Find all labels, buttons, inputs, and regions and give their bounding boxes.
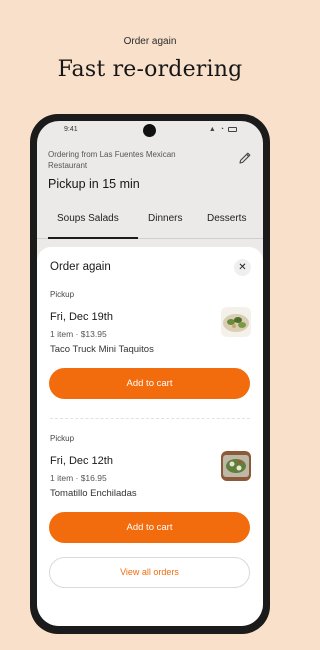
food-thumbnail — [221, 451, 251, 481]
promo-title: Fast re-ordering — [57, 57, 243, 82]
promo-eyebrow: Order again — [123, 36, 177, 47]
sheet-title: Order again — [50, 261, 111, 273]
order-meta: 1 item · $13.95 — [50, 329, 107, 339]
order-meta: 1 item · $16.95 — [50, 473, 107, 483]
tab-dinners[interactable]: Dinners — [148, 213, 182, 224]
food-thumbnail — [221, 307, 251, 337]
view-all-orders-button[interactable]: View all orders — [49, 557, 250, 588]
order-type: Pickup — [50, 434, 75, 443]
order-type: Pickup — [50, 290, 75, 299]
tab-soups-salads[interactable]: Soups Salads — [57, 213, 119, 224]
category-tabs: Soups Salads Dinners Desserts — [37, 205, 263, 239]
pencil-icon[interactable] — [238, 151, 252, 165]
order-item-name: Tomatillo Enchiladas — [50, 488, 137, 499]
camera-cutout — [143, 124, 156, 137]
signal-icon: ▲ — [208, 126, 216, 133]
close-icon[interactable]: ✕ — [234, 259, 251, 276]
add-to-cart-button[interactable]: Add to cart — [49, 368, 250, 399]
order-date: Fri, Dec 19th — [50, 311, 113, 323]
status-time: 9:41 — [64, 126, 78, 133]
order-again-sheet: Order again ✕ Pickup Fri, Dec 19th 1 ite… — [37, 247, 263, 626]
pickup-time[interactable]: Pickup in 15 min — [48, 177, 140, 191]
add-to-cart-button[interactable]: Add to cart — [49, 512, 250, 543]
battery-icon — [228, 127, 237, 132]
ordering-from-label: Ordering from Las Fuentes Mexican Restau… — [48, 150, 176, 170]
order-date: Fri, Dec 12th — [50, 455, 113, 467]
wifi-icon: ◔ — [219, 126, 224, 133]
order-item-name: Taco Truck Mini Taquitos — [50, 344, 154, 355]
active-tab-indicator — [48, 237, 138, 239]
tab-desserts[interactable]: Desserts — [207, 213, 246, 224]
divider — [50, 418, 250, 419]
status-bar: 9:41 ▲ ◔ — [37, 121, 263, 139]
phone-screen: 9:41 ▲ ◔ Ordering from Las Fuentes Mexic… — [37, 121, 263, 626]
status-icons: ▲ ◔ — [209, 125, 237, 134]
